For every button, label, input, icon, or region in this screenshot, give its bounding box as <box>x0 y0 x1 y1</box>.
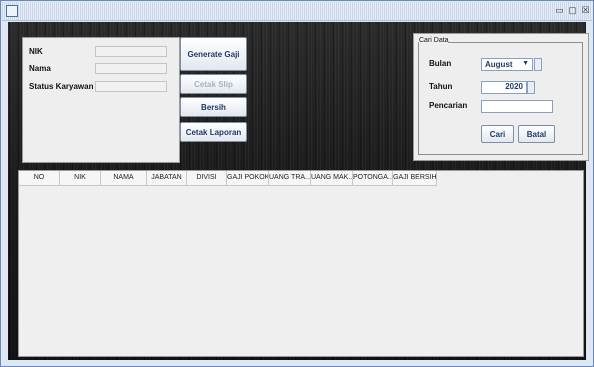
column-header[interactable]: DIVISI <box>187 171 227 185</box>
close-icon[interactable]: ☒ <box>580 5 591 16</box>
column-header[interactable]: NAMA <box>101 171 147 185</box>
batal-button[interactable]: Batal <box>518 125 555 143</box>
cetak-laporan-button[interactable]: Cetak Laporan <box>180 122 247 142</box>
app-icon <box>6 5 18 17</box>
title-bar[interactable]: ▭ ▢ ☒ <box>2 2 592 21</box>
bulan-select[interactable]: August ▼ <box>481 58 533 71</box>
gaji-table[interactable]: NO NIK NAMA JABATAN DIVISI GAJI POKOK UA… <box>18 170 584 357</box>
cetak-slip-button[interactable]: Cetak Slip <box>180 74 247 94</box>
bersih-button[interactable]: Bersih <box>180 97 247 117</box>
column-header[interactable]: GAJI BERSIH <box>393 171 437 185</box>
column-header[interactable]: JABATAN <box>147 171 187 185</box>
nik-field[interactable] <box>95 46 167 57</box>
column-header[interactable]: UANG MAK... <box>311 171 353 185</box>
bulan-label: Bulan <box>429 59 452 68</box>
chevron-down-icon[interactable]: ▼ <box>522 60 529 67</box>
maximize-icon[interactable]: ▢ <box>567 5 578 16</box>
nik-label: NIK <box>29 47 43 56</box>
status-karyawan-field[interactable] <box>95 81 167 92</box>
pencarian-input[interactable] <box>481 100 553 113</box>
nama-field[interactable] <box>95 63 167 74</box>
column-header[interactable]: NIK <box>60 171 101 185</box>
group-border-bottom <box>418 154 582 155</box>
pencarian-label: Pencarian <box>429 101 468 110</box>
cari-button[interactable]: Cari <box>481 125 514 143</box>
employee-panel: NIK Nama Status Karyawan <box>22 37 180 163</box>
bulan-spinner[interactable] <box>534 58 542 71</box>
column-header[interactable]: NO <box>19 171 60 185</box>
table-header: NO NIK NAMA JABATAN DIVISI GAJI POKOK UA… <box>19 171 437 186</box>
column-header[interactable]: UANG TRA... <box>269 171 311 185</box>
generate-gaji-button[interactable]: Generate Gaji <box>180 37 247 71</box>
tahun-spinner-buttons[interactable] <box>527 81 535 94</box>
tahun-spinner-field[interactable]: 2020 <box>481 81 527 94</box>
group-border-right <box>582 42 583 155</box>
bulan-value: August <box>485 60 513 69</box>
status-karyawan-label: Status Karyawan <box>29 82 94 91</box>
column-header[interactable]: POTONGA... <box>353 171 393 185</box>
group-border-left <box>418 42 419 154</box>
group-border <box>448 42 582 43</box>
minimize-icon[interactable]: ▭ <box>554 5 565 16</box>
cari-data-title: Cari Data <box>419 37 449 44</box>
column-header[interactable]: GAJI POKOK <box>227 171 269 185</box>
nama-label: Nama <box>29 64 51 73</box>
tahun-label: Tahun <box>429 82 453 91</box>
search-panel: Cari Data Bulan August ▼ Tahun 2020 Penc… <box>413 33 589 161</box>
